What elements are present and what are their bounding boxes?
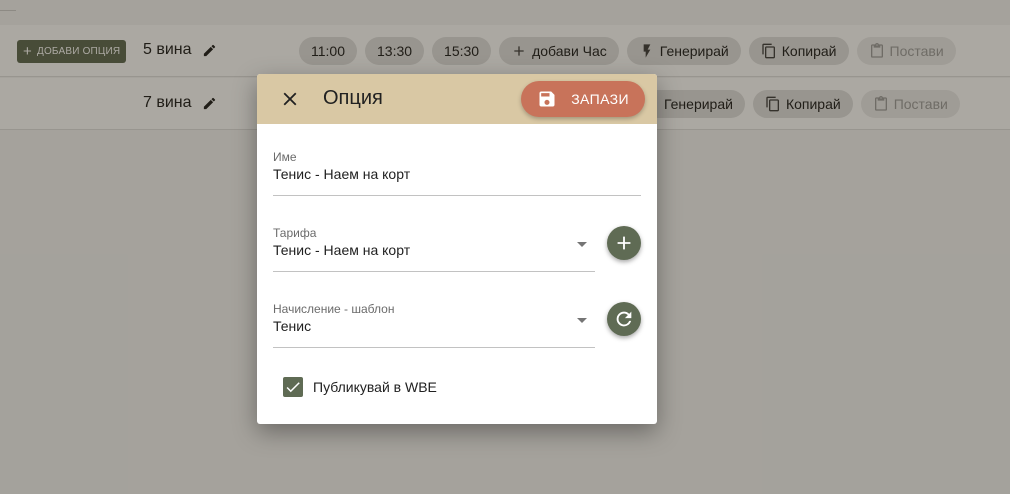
name-field-label: Име (273, 150, 297, 164)
dropdown-arrow-icon[interactable] (577, 318, 587, 323)
dialog-title: Опция (323, 87, 383, 109)
add-tariff-button[interactable] (607, 226, 641, 260)
publish-wbe-label: Публикувай в WBE (313, 379, 437, 395)
tariff-select-value[interactable]: Тенис - Наем на корт (273, 242, 595, 258)
floppy-disk-icon (539, 91, 555, 107)
field-underline (273, 347, 595, 348)
check-icon (286, 382, 300, 393)
dialog-header: Опция ЗАПАЗИ (257, 74, 657, 124)
refresh-icon (616, 311, 632, 327)
field-underline (273, 271, 595, 272)
calc-template-value[interactable]: Тенис (273, 318, 595, 334)
tariff-select[interactable]: Тарифа Тенис - Наем на корт (273, 226, 595, 272)
calc-template-label: Начисление - шаблон (273, 302, 395, 316)
refresh-template-button[interactable] (607, 302, 641, 336)
plus-icon (617, 236, 631, 250)
publish-wbe-checkbox[interactable] (283, 377, 303, 397)
save-label: ЗАПАЗИ (571, 91, 629, 107)
calc-template-select[interactable]: Начисление - шаблон Тенис (273, 302, 595, 348)
publish-wbe-option[interactable]: Публикувай в WBE (283, 377, 437, 397)
save-button[interactable]: ЗАПАЗИ (521, 81, 645, 117)
field-underline (273, 195, 641, 196)
name-field[interactable]: Име Тенис - Наем на корт (273, 150, 641, 196)
close-button[interactable] (279, 88, 301, 110)
close-icon (283, 92, 297, 106)
option-dialog: Опция ЗАПАЗИ Име Тенис - Наем на корт Та… (257, 74, 657, 424)
dropdown-arrow-icon[interactable] (577, 242, 587, 247)
name-field-value[interactable]: Тенис - Наем на корт (273, 166, 641, 182)
tariff-select-label: Тарифа (273, 226, 317, 240)
